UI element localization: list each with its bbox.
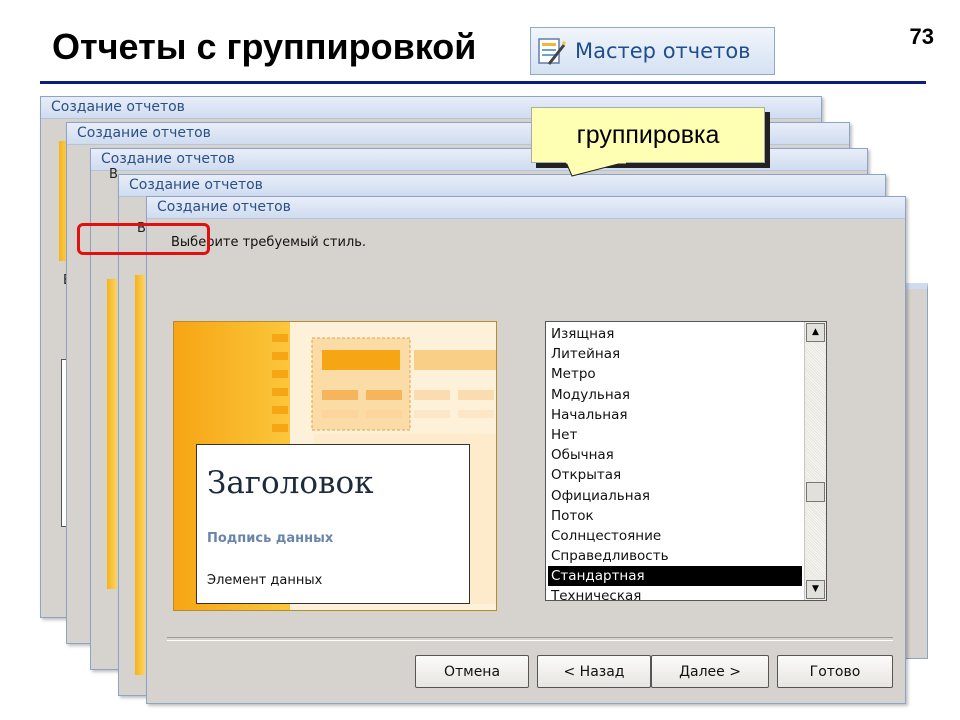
title-underline — [40, 81, 926, 84]
slide-title: Отчеты с группировкой — [52, 26, 477, 67]
report-wizard-button[interactable]: Мастер отчетов — [530, 27, 775, 75]
report-wizard-icon — [538, 38, 566, 65]
grouping-callout: группировка — [531, 107, 765, 163]
window-title: Создание отчетов — [119, 175, 885, 197]
style-list-item[interactable]: Модульная — [548, 385, 802, 405]
style-list-item[interactable]: Поток — [548, 506, 802, 526]
style-list-scrollbar[interactable]: ▲ ▼ — [804, 322, 826, 600]
preview-element: Элемент данных — [207, 573, 323, 588]
style-list-items[interactable]: Изящная Литейная Метро Модульная Начальная Не… — [548, 324, 802, 600]
style-list-item[interactable]: Начальная — [548, 405, 802, 425]
preview-edge — [107, 279, 117, 589]
back-button[interactable]: < Назад — [537, 655, 651, 688]
scroll-up-button[interactable]: ▲ — [806, 323, 825, 342]
callout-text: группировка — [576, 120, 720, 149]
callout-tail — [566, 162, 627, 177]
style-list-item[interactable]: Справедливость — [548, 546, 802, 566]
preview-edge — [135, 275, 145, 675]
style-list-item[interactable]: Открытая — [548, 465, 802, 485]
next-button[interactable]: Далее > — [651, 655, 769, 688]
style-list-item[interactable]: Изящная — [548, 324, 802, 344]
report-wizard-label: Мастер отчетов — [575, 39, 751, 63]
preview-heading: Заголовок — [207, 465, 374, 501]
partial-prompt: В — [109, 167, 118, 182]
preview-caption: Подпись данных — [207, 531, 334, 546]
triangle-down-icon: ▼ — [812, 584, 819, 594]
style-list-item[interactable]: Солнцестояние — [548, 526, 802, 546]
scroll-down-button[interactable]: ▼ — [806, 580, 825, 599]
style-list-item[interactable]: Нет — [548, 425, 802, 445]
style-listbox[interactable]: Изящная Литейная Метро Модульная Начальная Не… — [545, 321, 827, 601]
preview-sample-box: Заголовок Подпись данных Элемент данных — [196, 444, 470, 604]
page-number: 73 — [909, 24, 934, 49]
button-divider — [167, 637, 893, 641]
style-list-item[interactable]: Метро — [548, 364, 802, 384]
style-list-item[interactable]: Литейная — [548, 344, 802, 364]
style-list-item[interactable]: Техническая — [548, 586, 802, 600]
style-preview: Заголовок Подпись данных Элемент данных — [173, 321, 497, 611]
style-list-item[interactable]: Обычная — [548, 445, 802, 465]
window-title: Создание отчетов — [147, 197, 905, 219]
scroll-thumb[interactable] — [806, 482, 825, 502]
done-button[interactable]: Готово — [777, 655, 893, 688]
wizard-window-front[interactable]: Создание отчетов Выберите требуемый стил… — [146, 196, 906, 704]
triangle-up-icon: ▲ — [812, 327, 819, 337]
cancel-button[interactable]: Отмена — [415, 655, 529, 688]
style-list-item[interactable]: Официальная — [548, 486, 802, 506]
window-stack-highlight — [77, 223, 210, 255]
style-list-item[interactable]: Стандартная — [548, 566, 802, 587]
